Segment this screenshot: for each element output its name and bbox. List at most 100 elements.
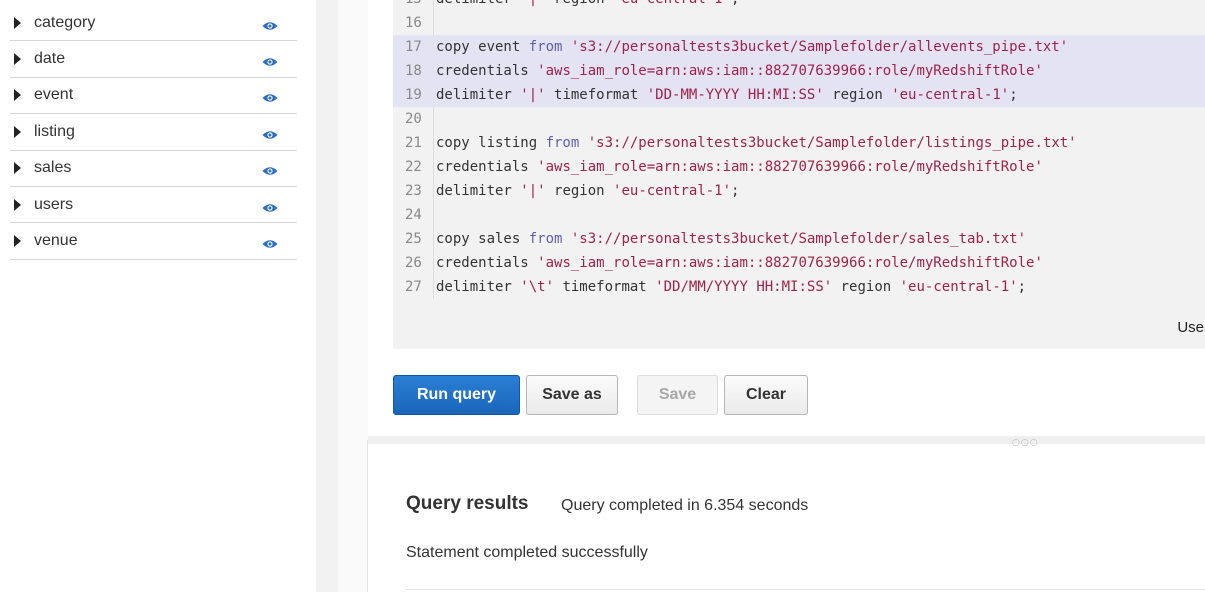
code-text: copy listing from 's3://personaltests3bu… [436,131,1077,155]
code-text: credentials 'aws_iam_role=arn:aws:iam::8… [436,155,1043,179]
code-line[interactable]: 18 credentials 'aws_iam_role=arn:aws:iam:… [393,59,1205,83]
run-query-button[interactable]: Run query [393,375,520,415]
table-item-venue[interactable]: venue [10,223,297,260]
code-token: ; [1017,279,1027,295]
table-name: category [34,13,96,31]
code-token: copy listing [436,135,546,151]
panel-splitter[interactable] [368,436,1205,444]
code-token: from [545,135,588,151]
string-literal: 's3://personaltests3bucket/Samplefolder/… [570,231,1027,247]
table-item-date[interactable]: date [10,41,297,78]
results-side-line [367,440,368,592]
expand-triangle-icon[interactable] [14,125,21,138]
sidebar-divider[interactable] [316,0,338,592]
table-item-users[interactable]: users [10,187,297,224]
editor-footer-label: Use [1177,319,1204,336]
table-name: listing [34,122,75,140]
line-number: 16 [405,15,422,31]
code-token: credentials [436,63,538,79]
expand-triangle-icon[interactable] [14,198,21,211]
eye-icon[interactable] [262,200,278,212]
code-line[interactable]: 19 delimiter '|' timeformat 'DD-MM-YYYY H… [393,83,1205,107]
code-line[interactable]: 21 copy listing from 's3://personaltests3… [393,131,1205,155]
expand-triangle-icon[interactable] [14,53,21,66]
code-area[interactable]: 15 delimiter '|' region 'eu-central-1'; 16… [393,0,1205,299]
code-token: delimiter [436,279,521,295]
code-line[interactable]: 17 copy event from 's3://personaltests3bu… [393,35,1205,59]
code-token: credentials [436,159,538,175]
line-number: 17 [405,39,422,55]
string-literal: 'eu-central-1' [613,0,731,7]
string-literal: 'aws_iam_role=arn:aws:iam::882707639966:… [537,159,1043,175]
line-number: 26 [405,255,422,271]
code-token: region [832,279,900,295]
code-token: region [545,183,614,199]
string-literal: 's3://personaltests3bucket/Samplefolder/… [570,39,1069,55]
code-token: delimiter [436,0,520,7]
eye-icon[interactable] [262,18,278,30]
code-text: credentials 'aws_iam_role=arn:aws:iam::8… [436,59,1043,83]
eye-icon[interactable] [262,163,278,175]
string-literal: 'aws_iam_role=arn:aws:iam::882707639966:… [537,255,1043,271]
code-line[interactable]: 16 [393,11,1205,35]
table-item-sales[interactable]: sales [10,151,297,187]
string-literal: 'DD/MM/YYYY HH:MI:SS' [655,279,833,295]
table-item-listing[interactable]: listing [10,114,297,151]
sql-editor[interactable]: 15 delimiter '|' region 'eu-central-1'; 16… [393,0,1205,349]
clear-button[interactable]: Clear [724,375,808,415]
save-button[interactable]: Save [637,375,718,415]
code-token: ; [731,0,739,7]
table-item-category[interactable]: category [10,5,297,42]
code-token: timeformat [554,279,656,295]
line-number: 24 [405,207,422,223]
code-token: region [546,0,613,7]
expand-triangle-icon[interactable] [14,89,21,102]
line-number: 19 [405,87,422,103]
table-name: sales [34,159,72,177]
code-text: delimiter '|' region 'eu-central-1'; [436,0,739,11]
code-line[interactable]: 25 copy sales from 's3://personaltests3bu… [393,227,1205,251]
code-token: ; [731,183,740,199]
line-number: 18 [405,63,422,79]
string-literal: '|' [520,87,546,103]
expand-triangle-icon[interactable] [14,16,21,29]
table-item-event[interactable]: event [10,78,297,115]
results-status: Query completed in 6.354 seconds [561,497,809,514]
grip-icon[interactable]: ○○○ [1012,438,1039,448]
code-token: copy event [436,39,529,55]
eye-icon[interactable] [262,127,278,139]
expand-triangle-icon[interactable] [14,235,21,248]
code-line[interactable]: 26 credentials 'aws_iam_role=arn:aws:iam:… [393,251,1205,275]
code-line[interactable]: 22 credentials 'aws_iam_role=arn:aws:iam:… [393,155,1205,179]
code-text: credentials 'aws_iam_role=arn:aws:iam::8… [436,251,1043,275]
code-text: delimiter '|' region 'eu-central-1'; [436,179,739,203]
results-title: Query results [406,493,529,514]
code-token: ; [1009,87,1018,103]
editor-footer: Use [393,299,1205,349]
results-divider [406,589,1205,590]
string-literal: '\t' [520,279,555,295]
code-line[interactable]: 15 delimiter '|' region 'eu-central-1'; [393,0,1205,11]
eye-icon[interactable] [262,236,278,248]
line-number: 15 [393,0,429,11]
code-token: delimiter [436,183,521,199]
code-line[interactable]: 20 [393,107,1205,131]
code-text: copy sales from 's3://personaltests3buck… [436,227,1026,251]
code-line[interactable]: 24 [393,203,1205,227]
eye-icon[interactable] [262,90,278,103]
eye-icon[interactable] [262,54,278,66]
expand-triangle-icon[interactable] [14,162,21,175]
line-number: 23 [405,183,422,199]
table-name: event [34,86,74,104]
code-line[interactable]: 23 delimiter '|' region 'eu-central-1'; [393,179,1205,203]
line-number: 27 [405,279,422,295]
string-literal: 'eu-central-1' [613,183,732,199]
string-literal: 'DD-MM-YYYY HH:MI:SS' [646,87,824,103]
code-line[interactable]: 27 delimiter '\t' timeformat 'DD/MM/YYYY … [393,275,1205,299]
code-token: timeformat [545,87,647,103]
code-text: delimiter '\t' timeformat 'DD/MM/YYYY HH… [436,275,1026,299]
string-literal: 'eu-central-1' [891,87,1010,103]
table-name: users [34,195,74,213]
string-literal: '|' [520,0,545,7]
save-as-button[interactable]: Save as [526,375,618,415]
